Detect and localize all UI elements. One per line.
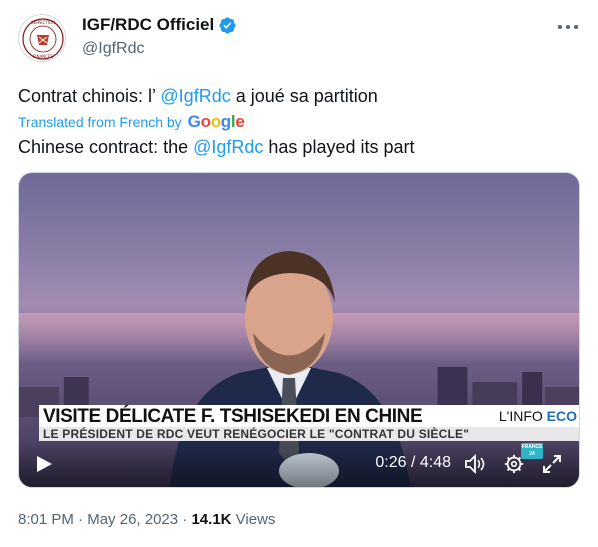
display-name[interactable]: IGF/RDC Officiel (82, 15, 214, 35)
play-icon[interactable] (35, 455, 53, 473)
banner-main-strip: VISITE DÉLICATE F. TSHISEKEDI EN CHINE L… (39, 405, 579, 427)
mention-link[interactable]: @IgfRdc (193, 137, 263, 157)
handle[interactable]: @IgfRdc (82, 40, 144, 58)
translation-prefix: Chinese contract: the (18, 137, 194, 157)
banner-sub-strip: LE PRÉSIDENT DE RDC VEUT RENÉGOCIER LE "… (39, 427, 579, 441)
google-logo: Google (187, 112, 245, 131)
translated-label: Translated from French by (18, 114, 182, 130)
video-controls: 0:26 / 4:48 FRANCE 24 (19, 441, 579, 487)
views-label: Views (235, 511, 276, 528)
meta-separator: · (78, 511, 84, 528)
translation-suffix: has played its part (263, 137, 415, 157)
tweet-translated-text: Chinese contract: the @IgfRdc has played… (18, 137, 415, 158)
meta-separator: · (182, 511, 188, 528)
account-name-row[interactable]: IGF/RDC Officiel (82, 15, 237, 35)
tweet-meta: 8:01 PM · May 26, 2023 · 14.1K Views (18, 511, 275, 528)
tweet-original-text: Contrat chinois: l’ @IgfRdc a joué sa pa… (18, 86, 378, 107)
video-player[interactable]: VISITE DÉLICATE F. TSHISEKEDI EN CHINE L… (18, 172, 580, 488)
banner-subtitle: LE PRÉSIDENT DE RDC VEUT RENÉGOCIER LE "… (43, 427, 470, 441)
post-time[interactable]: 8:01 PM (18, 511, 74, 528)
original-suffix: a joué sa partition (230, 86, 378, 106)
igf-seal-logo: INSPECTION FINANCES (22, 18, 64, 60)
translation-attribution[interactable]: Translated from French by Google (18, 112, 245, 132)
more-options-button[interactable] (556, 17, 580, 37)
post-date[interactable]: May 26, 2023 (87, 511, 178, 528)
banner-title: VISITE DÉLICATE F. TSHISEKEDI EN CHINE (43, 406, 423, 427)
time-display: 0:26 / 4:48 (375, 454, 451, 471)
news-banner: VISITE DÉLICATE F. TSHISEKEDI EN CHINE L… (39, 405, 579, 441)
more-dot-icon (574, 25, 578, 29)
fullscreen-icon[interactable] (541, 453, 563, 475)
france24-watermark: FRANCE 24 (521, 443, 543, 459)
more-dot-icon (566, 25, 570, 29)
svg-text:FINANCES: FINANCES (33, 54, 54, 59)
avatar[interactable]: INSPECTION FINANCES (18, 14, 66, 62)
svg-text:INSPECTION: INSPECTION (31, 20, 55, 25)
volume-muted-icon[interactable] (463, 453, 487, 475)
mention-link[interactable]: @IgfRdc (160, 86, 230, 106)
banner-tag: L'INFO ECO (498, 408, 577, 424)
original-prefix: Contrat chinois: l’ (18, 86, 161, 106)
views-count: 14.1K (191, 511, 232, 528)
verified-badge-icon (219, 16, 236, 34)
more-dot-icon (558, 25, 562, 29)
